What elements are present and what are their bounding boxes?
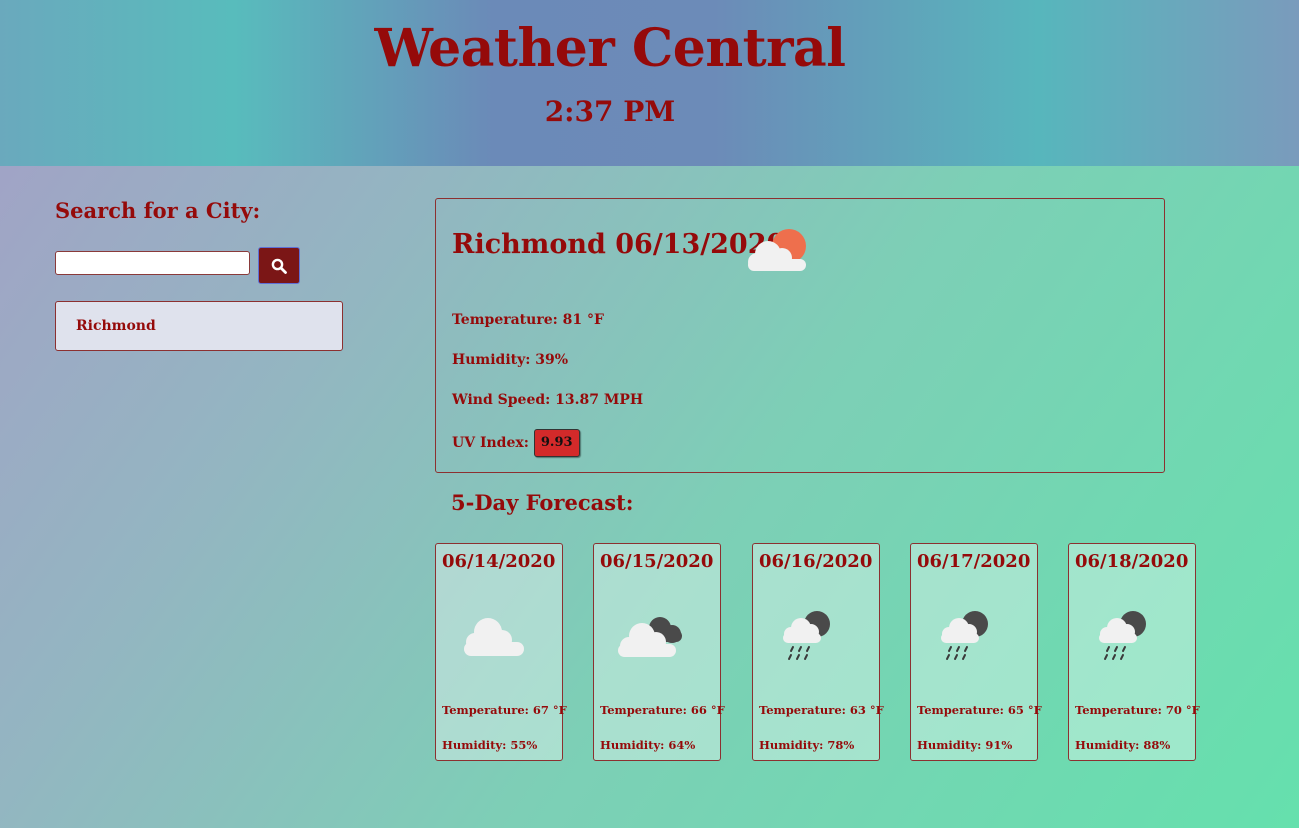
forecast-date: 06/14/2020: [442, 551, 556, 572]
current-humidity: Humidity: 39%: [452, 352, 569, 368]
uv-index-badge: 9.93: [533, 429, 580, 457]
uv-index-row: UV Index: 9.93: [452, 429, 580, 457]
forecast-humidity: Humidity: 78%: [759, 738, 855, 752]
rain-night-icon: [783, 611, 830, 660]
rain-night-icon: [941, 611, 988, 660]
current-time: 2:37 PM: [544, 95, 676, 128]
forecast-temperature: Temperature: 63 °F: [759, 703, 884, 717]
partly-cloudy-night-icon: [618, 617, 682, 657]
city-search-input[interactable]: [55, 251, 250, 275]
current-wind-speed: Wind Speed: 13.87 MPH: [452, 392, 644, 408]
forecast-heading: 5-Day Forecast:: [451, 490, 634, 515]
forecast-temperature: Temperature: 65 °F: [917, 703, 1042, 717]
cloud-icon: [464, 618, 524, 656]
partly-cloudy-day-icon: [748, 229, 806, 271]
current-city-date: Richmond 06/13/2020: [452, 229, 786, 260]
forecast-temperature: Temperature: 67 °F: [442, 703, 567, 717]
forecast-date: 06/17/2020: [917, 551, 1031, 572]
forecast-humidity: Humidity: 64%: [600, 738, 696, 752]
search-icon: [271, 258, 287, 274]
forecast-card: 06/15/2020 Temperature: 66 °F Humidity: …: [593, 543, 725, 761]
forecast-card: 06/18/2020 Temperature: 70 °F Humidity: …: [1068, 543, 1200, 761]
forecast-humidity: Humidity: 91%: [917, 738, 1013, 752]
page-header: Weather Central 2:37 PM: [0, 0, 1299, 166]
forecast-temperature: Temperature: 70 °F: [1075, 703, 1200, 717]
forecast-humidity: Humidity: 55%: [442, 738, 538, 752]
forecast-date: 06/16/2020: [759, 551, 873, 572]
forecast-card: 06/17/2020 Temperature: 65 °F Humidity: …: [910, 543, 1042, 761]
uv-index-label: UV Index:: [452, 435, 529, 451]
current-weather-card: Richmond 06/13/2020 Temperature: 81 °F H…: [435, 198, 1165, 473]
search-button[interactable]: [258, 247, 300, 284]
current-temperature: Temperature: 81 °F: [452, 312, 604, 328]
history-item-richmond[interactable]: Richmond: [55, 301, 343, 351]
forecast-card: 06/16/2020 Temperature: 63 °F Humidity: …: [752, 543, 884, 761]
site-title: Weather Central: [374, 18, 847, 79]
rain-night-icon: [1099, 611, 1146, 660]
search-heading: Search for a City:: [55, 198, 261, 223]
forecast-date: 06/18/2020: [1075, 551, 1189, 572]
forecast-temperature: Temperature: 66 °F: [600, 703, 725, 717]
forecast-humidity: Humidity: 88%: [1075, 738, 1171, 752]
forecast-date: 06/15/2020: [600, 551, 714, 572]
forecast-card: 06/14/2020 Temperature: 67 °F Humidity: …: [435, 543, 567, 761]
